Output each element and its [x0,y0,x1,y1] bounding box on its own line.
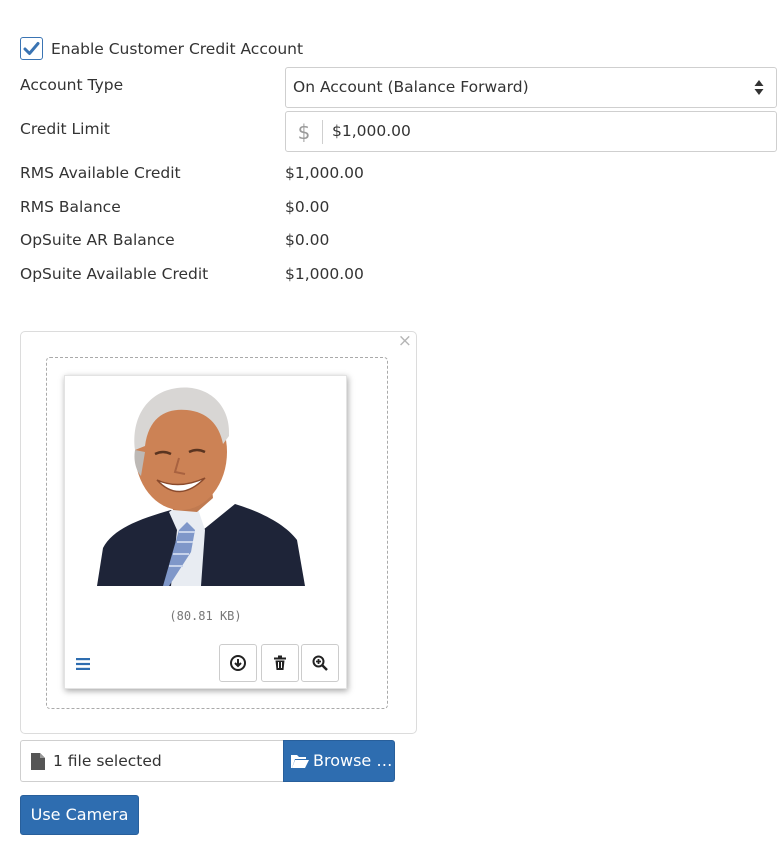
currency-addon: $ [286,120,323,144]
use-camera-button[interactable]: Use Camera [20,795,139,835]
credit-limit-input[interactable]: $1,000.00 [332,112,411,151]
file-caption-text: 1 file selected [53,752,162,770]
download-icon [230,655,246,671]
rms-available-credit-value: $1,000.00 [285,164,364,182]
credit-limit-label: Credit Limit [20,120,110,138]
close-icon[interactable]: × [398,332,412,350]
browse-button[interactable]: Browse … [283,740,395,782]
zoom-button[interactable] [301,644,339,682]
file-icon [31,753,45,770]
file-thumbnail: (80.81 KB) [64,375,347,689]
enable-credit-checkbox[interactable] [20,37,43,60]
account-type-label: Account Type [20,76,124,94]
enable-credit-label[interactable]: Enable Customer Credit Account [51,38,303,60]
rms-balance-label: RMS Balance [20,198,121,216]
rms-available-credit-label: RMS Available Credit [20,164,181,182]
file-preview-panel: × (80.81 KB) [20,331,417,734]
rms-balance-value: $0.00 [285,198,330,216]
download-button[interactable] [219,644,257,682]
file-size-label: (80.81 KB) [169,609,242,623]
delete-button[interactable] [261,644,299,682]
credit-limit-input-group[interactable]: $ $1,000.00 [285,111,777,152]
opsuite-ar-balance-value: $0.00 [285,231,330,249]
sort-arrows-icon [754,80,764,95]
folder-open-icon [291,755,309,768]
account-type-select[interactable]: On Account (Balance Forward) [285,67,777,108]
check-icon [23,42,40,55]
file-caption: 1 file selected [20,740,284,782]
browse-label: Browse … [313,751,393,770]
trash-icon [274,655,286,670]
photo-thumbnail [97,387,305,586]
opsuite-available-credit-label: OpSuite Available Credit [20,265,209,283]
zoom-in-icon [312,655,328,671]
drop-zone[interactable]: (80.81 KB) [46,357,388,709]
drag-handle-icon[interactable] [76,658,90,670]
account-type-value: On Account (Balance Forward) [293,78,529,96]
opsuite-ar-balance-label: OpSuite AR Balance [20,231,175,249]
opsuite-available-credit-value: $1,000.00 [285,265,364,283]
